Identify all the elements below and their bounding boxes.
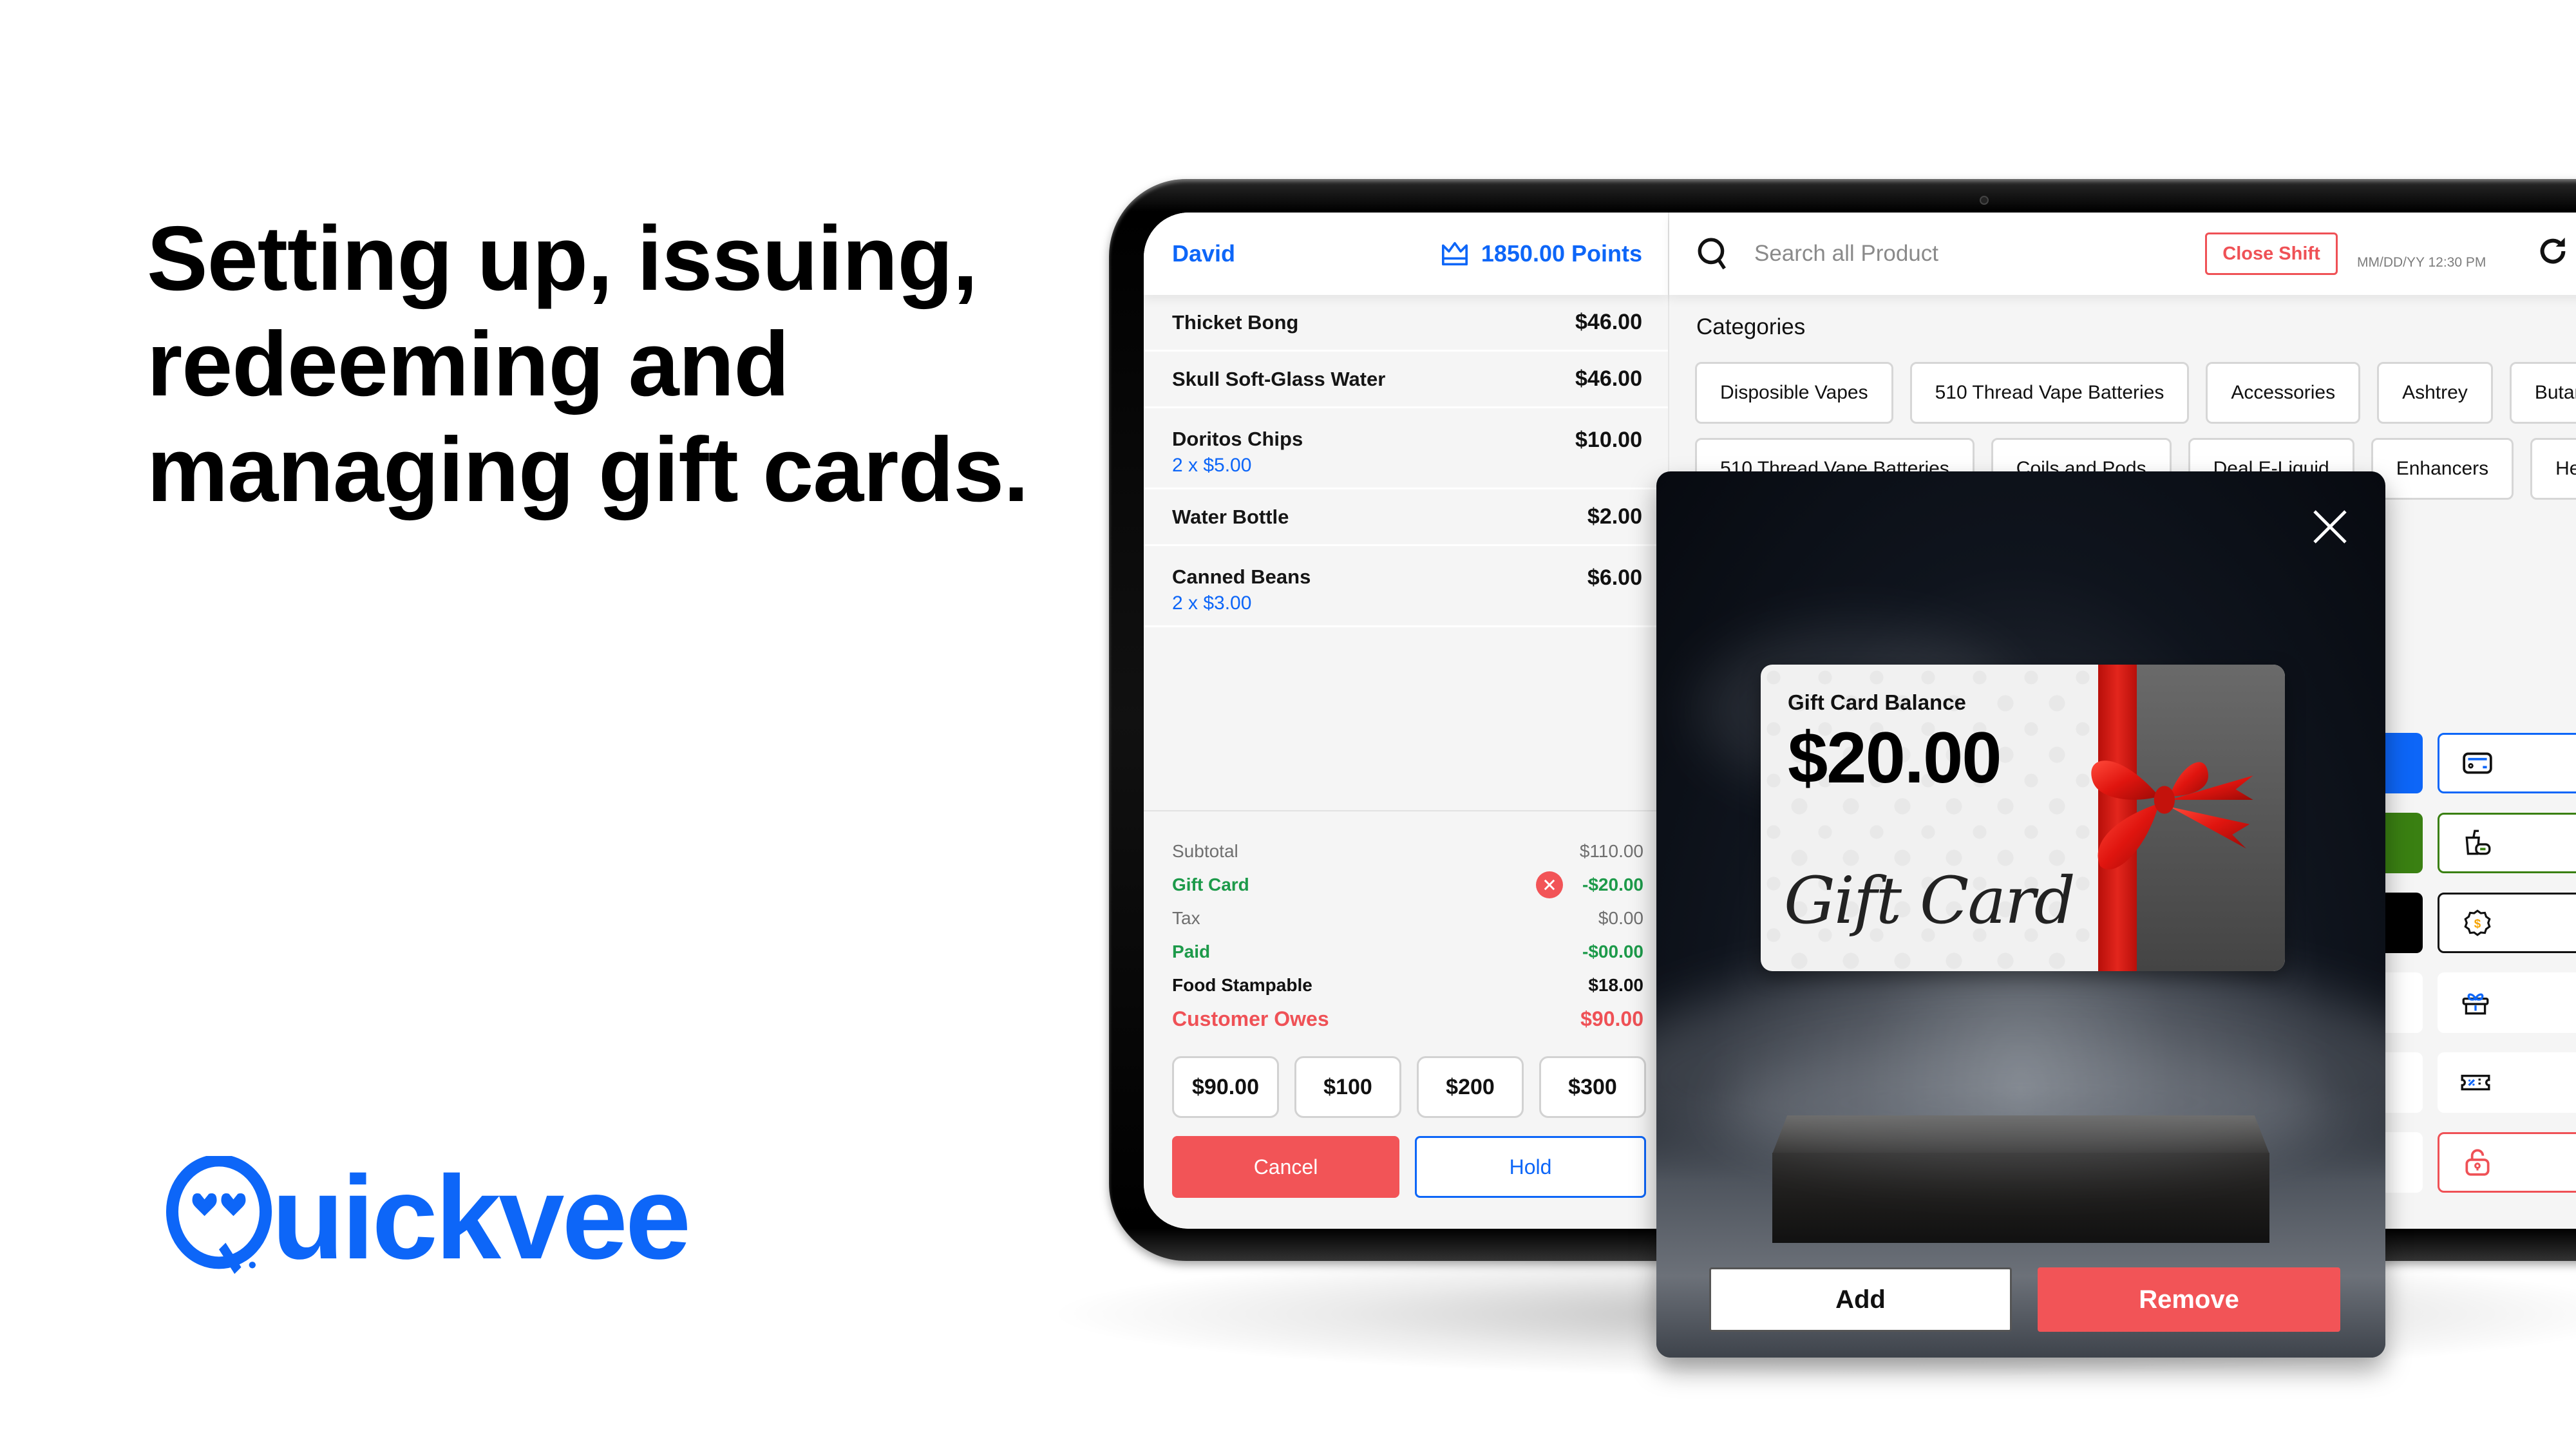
datetime: MM/DD/YY 12:30 PM xyxy=(2357,255,2486,270)
category-chip[interactable]: Butane xyxy=(2509,362,2576,424)
cart-panel: David 1850.00 Points Thicket Bong $46.00… xyxy=(1144,213,1669,1229)
loyalty-points: 1850.00 Points xyxy=(1440,240,1642,267)
quick-cash-button[interactable]: $100 xyxy=(1294,1056,1401,1118)
food-stampable-value: $18.00 xyxy=(1588,975,1643,995)
food-stampable-label: Food Stampable xyxy=(1172,975,1312,995)
item-name: Canned Beans xyxy=(1172,565,1311,588)
quick-cash-buttons: $90.00 $100 $200 $300 xyxy=(1172,1056,1646,1118)
remove-gift-card-modal-button[interactable]: Remove xyxy=(2038,1267,2340,1332)
product-search-input[interactable] xyxy=(1754,241,2192,267)
tax-value: $0.00 xyxy=(1598,908,1643,928)
search-icon xyxy=(1698,238,1726,270)
category-chip[interactable]: Accessories xyxy=(2206,362,2361,424)
gift-card-visual: Gift Card Balance $20.00 Gift Card xyxy=(1761,665,2285,971)
paid-label: Paid xyxy=(1172,942,1211,961)
remove-gift-card-button[interactable] xyxy=(1536,871,1564,898)
gift-icon xyxy=(2462,993,2489,1015)
item-price: $46.00 xyxy=(1575,366,1642,391)
camera-dot xyxy=(1980,196,1989,205)
credit-card-icon xyxy=(2463,752,2492,774)
cart-items-list: Thicket Bong $46.00 Skull Soft-Glass Wat… xyxy=(1144,295,1668,627)
gift-card-balance: $20.00 xyxy=(1788,717,2002,798)
lock-button[interactable] xyxy=(2438,1132,2576,1193)
cart-actions: Cancel Hold xyxy=(1172,1136,1646,1198)
crown-icon xyxy=(1441,242,1468,266)
points-value: 1850.00 Points xyxy=(1481,240,1642,267)
customer-owes-value: $90.00 xyxy=(1580,1007,1643,1030)
quickvee-q-icon xyxy=(166,1156,272,1274)
gift-card-balance-label: Gift Card Balance xyxy=(1788,690,1966,714)
item-name: Water Bottle xyxy=(1172,505,1289,528)
coupon-icon xyxy=(2461,1074,2490,1091)
store-credit-button[interactable]: $ xyxy=(2438,893,2576,953)
food-stamp-button[interactable] xyxy=(2438,813,2576,873)
subtotal-row: Subtotal $110.00 xyxy=(1172,835,1643,868)
cart-item[interactable]: Doritos Chips 2 x $5.00 $10.00 xyxy=(1144,408,1668,489)
cart-item[interactable]: Canned Beans 2 x $3.00 $6.00 xyxy=(1144,546,1668,627)
item-quantity: 2 x $3.00 xyxy=(1172,592,1252,614)
marketing-headline: Setting up, issuing, redeeming and manag… xyxy=(147,207,1029,521)
item-name: Skull Soft-Glass Water xyxy=(1172,367,1386,390)
cart-item[interactable]: Water Bottle $2.00 xyxy=(1144,489,1668,546)
customer-name[interactable]: David xyxy=(1172,240,1235,267)
item-name: Doritos Chips xyxy=(1172,428,1303,450)
gift-card-row: Gift Card -$20.00 xyxy=(1172,868,1643,902)
gift-card-modal: Gift Card Balance $20.00 Gift Card Add R… xyxy=(1656,471,2385,1358)
customer-owes-label: Customer Owes xyxy=(1172,1007,1329,1030)
order-totals: Subtotal $110.00 Gift Card -$20.00 Tax $… xyxy=(1144,810,1669,1036)
gift-card-label: Gift Card xyxy=(1172,875,1249,895)
smoke-effect xyxy=(1721,1038,2326,1167)
close-modal-icon[interactable] xyxy=(2311,507,2349,546)
refresh-icon[interactable] xyxy=(2535,233,2571,269)
svg-text:$: $ xyxy=(2474,916,2481,930)
category-chip[interactable]: Disposible Vapes xyxy=(1695,362,1893,424)
coupon-button[interactable] xyxy=(2438,1052,2576,1113)
food-icon xyxy=(2465,829,2491,855)
top-toolbar: Close Shift MM/DD/YY 12:30 PM xyxy=(1669,213,2576,295)
category-chip[interactable]: 510 Thread Vape Batteries xyxy=(1909,362,2190,424)
item-price: $6.00 xyxy=(1587,565,1642,590)
close-icon xyxy=(1544,879,1555,891)
category-chip[interactable]: Ashtrey xyxy=(2377,362,2493,424)
subtotal-value: $110.00 xyxy=(1579,841,1643,861)
card-payment-button[interactable] xyxy=(2438,733,2576,793)
cart-item[interactable]: Skull Soft-Glass Water $46.00 xyxy=(1144,352,1668,408)
customer-owes-row: Customer Owes $90.00 xyxy=(1172,1002,1643,1036)
logo-wordmark: uickvee xyxy=(272,1151,691,1283)
category-chip[interactable]: Hemp xyxy=(2530,438,2576,500)
dollar-badge-icon: $ xyxy=(2464,909,2491,936)
category-row: Disposible Vapes 510 Thread Vape Batteri… xyxy=(1695,362,2576,424)
quick-cash-button[interactable]: $300 xyxy=(1539,1056,1646,1118)
item-name: Thicket Bong xyxy=(1172,310,1299,334)
paid-value: -$00.00 xyxy=(1582,942,1643,961)
item-price: $2.00 xyxy=(1587,504,1642,529)
unlock-icon xyxy=(2465,1149,2490,1176)
quick-cash-button[interactable]: $90.00 xyxy=(1172,1056,1279,1118)
add-gift-card-button[interactable]: Add xyxy=(1709,1267,2012,1332)
item-quantity: 2 x $5.00 xyxy=(1172,455,1252,476)
gift-card-script-text: Gift Card xyxy=(1784,863,2076,938)
tax-label: Tax xyxy=(1172,908,1200,928)
cart-header: David 1850.00 Points xyxy=(1144,213,1668,295)
item-price: $10.00 xyxy=(1575,428,1642,452)
quick-cash-button[interactable]: $200 xyxy=(1417,1056,1524,1118)
food-stampable-row: Food Stampable $18.00 xyxy=(1172,969,1643,1002)
cart-item[interactable]: Thicket Bong $46.00 xyxy=(1144,295,1668,352)
bow-icon xyxy=(2091,761,2253,870)
subtotal-label: Subtotal xyxy=(1172,841,1238,861)
tax-row: Tax $0.00 xyxy=(1172,902,1643,935)
cancel-button[interactable]: Cancel xyxy=(1172,1136,1399,1198)
category-chip[interactable]: Enhancers xyxy=(2371,438,2514,500)
gift-card-button[interactable] xyxy=(2438,972,2576,1033)
quickvee-logo: uickvee xyxy=(162,1151,691,1283)
hold-button[interactable]: Hold xyxy=(1415,1136,1646,1198)
categories-title: Categories xyxy=(1696,314,1806,339)
item-price: $46.00 xyxy=(1575,310,1642,334)
gift-card-value: -$20.00 xyxy=(1582,875,1643,895)
close-shift-button[interactable]: Close Shift xyxy=(2205,232,2338,275)
paid-row: Paid -$00.00 xyxy=(1172,935,1643,969)
